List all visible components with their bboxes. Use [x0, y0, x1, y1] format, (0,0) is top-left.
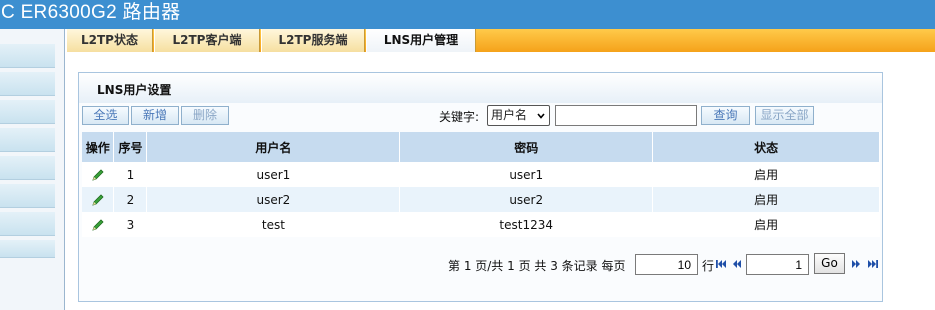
- chevron-down-icon: [537, 113, 545, 119]
- sidebar-item[interactable]: [0, 240, 55, 258]
- username-cell: test: [146, 212, 401, 237]
- pager-summary: 第 1 页/共 1 页 共 3 条记录 每页: [448, 259, 626, 273]
- keyword-field-select[interactable]: 用户名: [487, 105, 550, 126]
- sidebar: [0, 29, 65, 310]
- rows-unit-label: 行: [702, 259, 715, 273]
- title-bar: BC ER6300G2 路由器: [0, 0, 935, 29]
- prev-page-icon[interactable]: [731, 258, 743, 270]
- status-cell: 启用: [652, 212, 880, 237]
- sidebar-item[interactable]: [0, 44, 55, 68]
- search-input[interactable]: [555, 105, 697, 126]
- column-header-status: 状态: [652, 132, 880, 162]
- status-cell: 启用: [652, 162, 880, 187]
- index-cell: 1: [113, 162, 148, 187]
- show-all-button[interactable]: 显示全部: [755, 106, 814, 125]
- column-header-index: 序号: [113, 132, 148, 162]
- sidebar-item[interactable]: [0, 72, 55, 96]
- action-cell: [82, 162, 115, 187]
- table-row: 2 user2 user2 启用: [82, 187, 880, 212]
- tab-bar: L2TP状态 L2TP客户端 L2TP服务端 LNS用户管理: [66, 29, 935, 53]
- keyword-label: 关键字:: [439, 110, 480, 124]
- edit-pencil-icon[interactable]: [90, 192, 106, 208]
- query-button[interactable]: 查询: [701, 106, 750, 125]
- lns-user-table: 操作 序号 用户名 密码 状态 1 user1 user1 启用 2 user2…: [82, 132, 880, 237]
- action-cell: [82, 187, 115, 212]
- last-page-icon[interactable]: [867, 258, 879, 270]
- panel-title: LNS用户设置: [97, 83, 172, 97]
- sidebar-item[interactable]: [0, 212, 55, 236]
- table-header-row: 操作 序号 用户名 密码 状态: [82, 132, 880, 162]
- app-title: BC ER6300G2 路由器: [0, 2, 181, 23]
- action-cell: [82, 212, 115, 237]
- tab-l2tp-server[interactable]: L2TP服务端: [261, 29, 365, 52]
- per-page-input[interactable]: [635, 254, 698, 275]
- index-cell: 2: [113, 187, 148, 212]
- sidebar-item[interactable]: [0, 184, 55, 208]
- edit-pencil-icon[interactable]: [90, 217, 106, 233]
- password-cell: user1: [399, 162, 654, 187]
- column-header-action: 操作: [82, 132, 115, 162]
- sidebar-item[interactable]: [0, 100, 55, 124]
- password-cell: user2: [399, 187, 654, 212]
- tab-l2tp-status[interactable]: L2TP状态: [66, 29, 153, 52]
- index-cell: 3: [113, 212, 148, 237]
- select-all-button[interactable]: 全选: [82, 106, 129, 125]
- sidebar-item[interactable]: [0, 128, 55, 152]
- keyword-field-value: 用户名: [491, 108, 528, 122]
- delete-button[interactable]: 删除: [181, 106, 229, 125]
- password-cell: test1234: [399, 212, 654, 237]
- username-cell: user1: [146, 162, 401, 187]
- status-cell: 启用: [652, 187, 880, 212]
- page-number-input[interactable]: [746, 254, 809, 275]
- column-header-password: 密码: [399, 132, 654, 162]
- next-page-icon[interactable]: [850, 258, 862, 270]
- tab-lns-user-management[interactable]: LNS用户管理: [366, 29, 476, 53]
- table-row: 1 user1 user1 启用: [82, 162, 880, 187]
- first-page-icon[interactable]: [715, 258, 727, 270]
- sidebar-item[interactable]: [0, 156, 55, 180]
- go-button[interactable]: Go: [814, 253, 845, 274]
- table-row: 3 test test1234 启用: [82, 212, 880, 237]
- add-button[interactable]: 新增: [131, 106, 179, 125]
- panel-header: LNS用户设置: [79, 73, 882, 103]
- username-cell: user2: [146, 187, 401, 212]
- tab-l2tp-client[interactable]: L2TP客户端: [154, 29, 260, 52]
- edit-pencil-icon[interactable]: [90, 167, 106, 183]
- column-header-username: 用户名: [146, 132, 401, 162]
